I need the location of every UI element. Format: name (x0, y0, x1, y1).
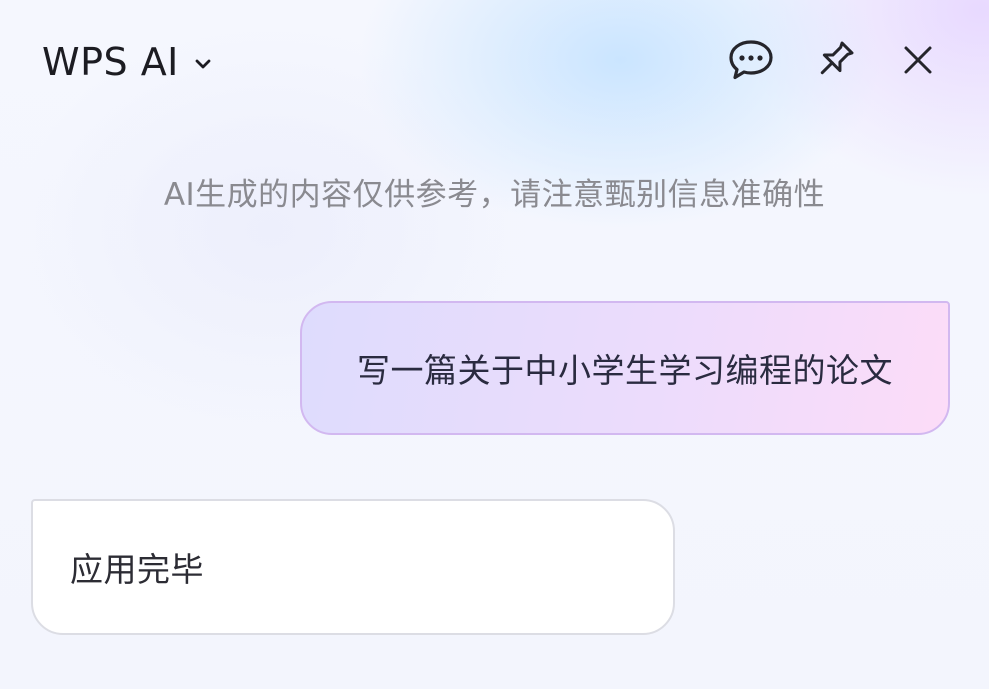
user-message-bubble: 写一篇关于中小学生学习编程的论文 (300, 301, 950, 435)
assistant-message-text: 应用完毕 (70, 550, 204, 589)
panel-title: WPS AI (42, 40, 179, 84)
pin-icon (813, 38, 857, 86)
user-message-text: 写一篇关于中小学生学习编程的论文 (357, 351, 893, 390)
panel-header: WPS AI (0, 0, 989, 125)
close-icon (898, 40, 938, 84)
chat-button[interactable] (726, 38, 776, 86)
pin-button[interactable] (810, 38, 860, 86)
disclaimer-text: AI生成的内容仅供参考，请注意甄别信息准确性 (163, 177, 826, 213)
assistant-message-bubble: 应用完毕 (31, 499, 675, 635)
chat-bubble-icon (727, 38, 775, 86)
wps-ai-title-dropdown[interactable]: WPS AI (42, 38, 215, 86)
chevron-down-icon[interactable] (191, 52, 215, 76)
close-button[interactable] (893, 38, 943, 86)
